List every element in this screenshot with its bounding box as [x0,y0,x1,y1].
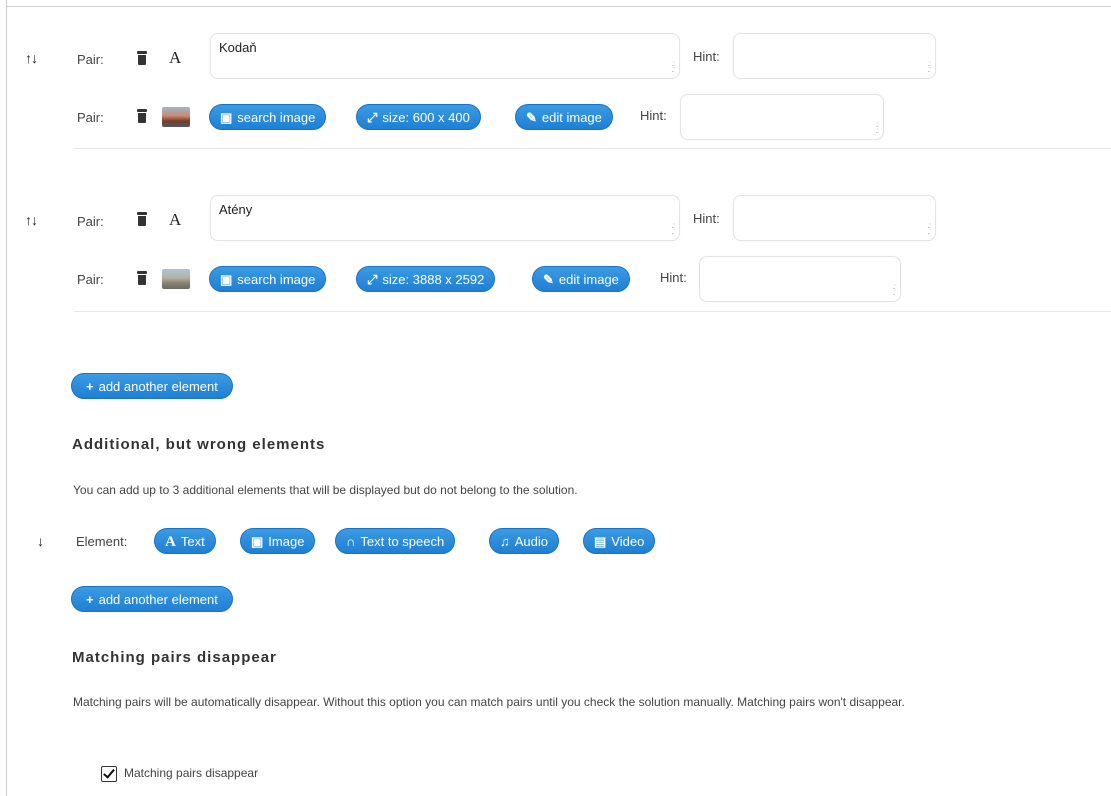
pair-text-input[interactable]: Atény .:.: [210,195,680,241]
edit-image-button[interactable]: ✎ edit image [515,104,613,130]
video-element-button[interactable]: ▤ Video [583,528,656,554]
image-icon: ▣ [251,534,264,549]
pair-text-input[interactable]: Kodaň .:.: [210,33,680,79]
pair-text-value: Atény [219,202,253,217]
text-to-speech-button[interactable]: ∩ Text to speech [335,528,456,554]
size-button[interactable]: ⤢ size: 3888 x 2592 [356,266,496,292]
trash-icon[interactable] [137,51,147,65]
wrong-elements-description: You can add up to 3 additional elements … [73,483,578,497]
button-label: Audio [514,534,548,549]
plus-icon: + [86,379,94,394]
pair-text-value: Kodaň [219,40,257,55]
button-label: search image [237,110,316,125]
text-element-button[interactable]: A Text [154,528,216,554]
trash-icon[interactable] [137,271,147,285]
button-label: Image [268,534,305,549]
separator [74,148,1111,149]
resize-grip-icon[interactable]: .:.: [893,283,897,297]
headphones-icon: ∩ [346,534,356,549]
resize-grip-icon[interactable]: .:.: [672,222,676,236]
resize-grip-icon[interactable]: .:.: [928,222,932,236]
trash-icon[interactable] [137,109,147,123]
frame-border-top [6,6,1111,7]
disappear-description: Matching pairs will be automatically dis… [73,695,905,709]
pair-label: Pair: [77,272,104,287]
pair-label: Pair: [77,52,104,67]
button-label: Text [180,534,205,549]
audio-element-button[interactable]: ♫ Audio [489,528,559,554]
hint-label: Hint: [693,211,720,226]
search-image-button[interactable]: ▣ search image [209,104,327,130]
film-icon: ▤ [594,534,607,549]
text-icon: A [165,534,176,550]
button-label: add another element [98,592,218,607]
size-button[interactable]: ⤢ size: 600 x 400 [356,104,481,130]
disappear-checkbox[interactable] [101,766,117,782]
text-type-icon: A [169,48,182,67]
button-label: Video [611,534,645,549]
button-label: edit image [558,272,619,287]
frame-border-left [6,0,7,796]
edit-image-button[interactable]: ✎ edit image [532,266,630,292]
hint-label: Hint: [660,270,687,285]
separator [74,311,1111,312]
image-thumbnail[interactable] [162,269,190,289]
hint-input[interactable]: .:.: [733,195,936,241]
resize-grip-icon[interactable]: .:.: [672,60,676,74]
hint-input[interactable]: .:.: [733,33,936,79]
pair-label: Pair: [77,214,104,229]
button-label: search image [237,272,316,287]
plus-icon: + [86,592,94,607]
button-label: edit image [541,110,602,125]
wrong-elements-heading: Additional, but wrong elements [72,436,326,453]
button-label: size: 3888 x 2592 [382,272,485,287]
edit-icon: ✎ [526,110,537,125]
move-down-icon[interactable]: ↓ [37,533,44,549]
reorder-arrows-icon[interactable]: ↑↓ [25,50,38,66]
element-label: Element: [76,534,128,549]
add-element-button[interactable]: + add another element [71,373,233,399]
hint-input[interactable]: .:.: [699,256,901,302]
image-icon: ▣ [220,272,233,287]
hint-input[interactable]: .:.: [680,94,884,140]
resize-icon: ⤢ [367,272,378,287]
hint-label: Hint: [640,108,667,123]
button-label: Text to speech [360,534,445,549]
text-type-icon: A [169,210,182,229]
reorder-arrows-icon[interactable]: ↑↓ [25,212,38,228]
disappear-heading: Matching pairs disappear [72,649,277,666]
image-icon: ▣ [220,110,233,125]
image-element-button[interactable]: ▣ Image [240,528,316,554]
edit-icon: ✎ [543,272,554,287]
disappear-checkbox-label[interactable]: Matching pairs disappear [124,766,258,780]
resize-icon: ⤢ [367,110,378,125]
search-image-button[interactable]: ▣ search image [209,266,327,292]
resize-grip-icon[interactable]: .:.: [876,121,880,135]
resize-grip-icon[interactable]: .:.: [928,60,932,74]
image-thumbnail[interactable] [162,107,190,127]
music-icon: ♫ [500,534,510,549]
add-element-button[interactable]: + add another element [71,586,233,612]
hint-label: Hint: [693,49,720,64]
trash-icon[interactable] [137,212,147,226]
button-label: add another element [98,379,218,394]
button-label: size: 600 x 400 [382,110,470,125]
pair-label: Pair: [77,110,104,125]
